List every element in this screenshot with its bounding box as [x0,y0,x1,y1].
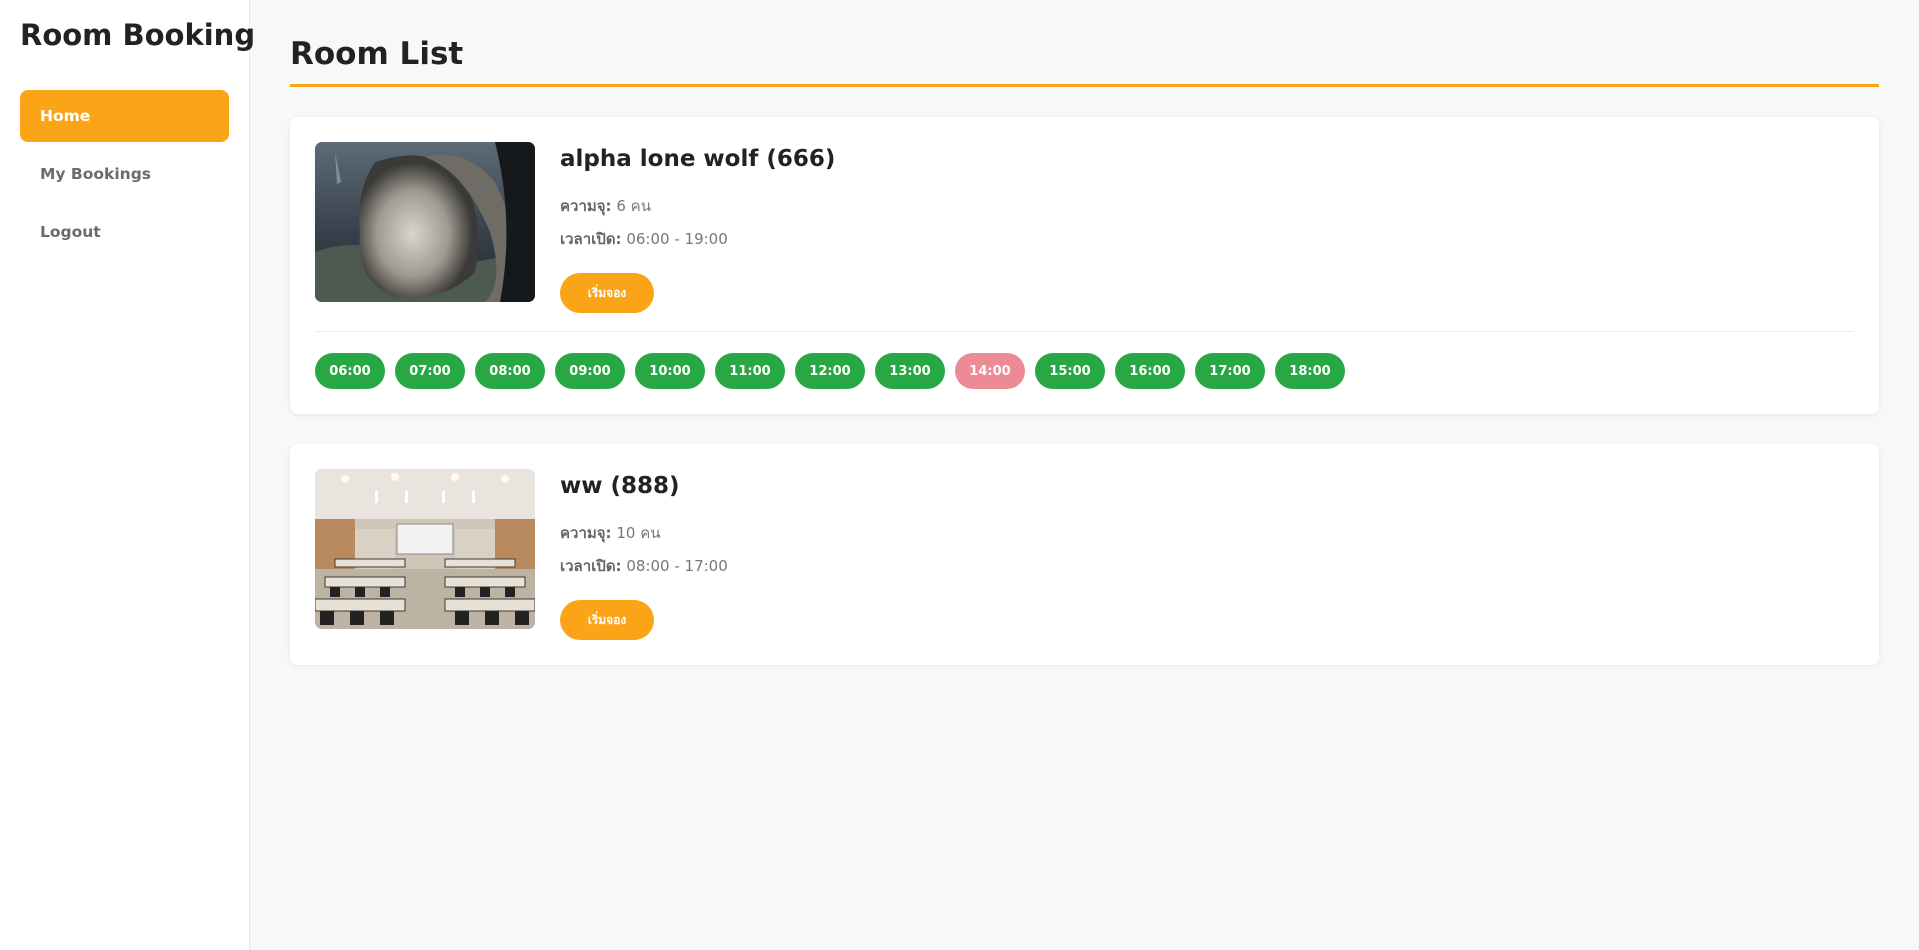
sidebar-nav: Home My Bookings Logout [20,90,229,258]
app: Room Booking Home My Bookings Logout Roo… [0,0,1919,950]
time-slot[interactable]: 08:00 [475,353,545,389]
time-slot[interactable]: 13:00 [875,353,945,389]
time-slot[interactable]: 11:00 [715,353,785,389]
hours-label: เวลาเปิด: [560,557,622,575]
room-name: alpha lone wolf (666) [560,146,836,172]
time-slot[interactable]: 07:00 [395,353,465,389]
time-slot[interactable]: 10:00 [635,353,705,389]
time-slot[interactable]: 15:00 [1035,353,1105,389]
time-slot[interactable]: 09:00 [555,353,625,389]
room-name: ww (888) [560,473,680,499]
time-slot[interactable]: 12:00 [795,353,865,389]
sidebar: Room Booking Home My Bookings Logout [0,0,256,950]
hours-value: 08:00 - 17:00 [626,557,728,575]
hours-value: 06:00 - 19:00 [626,230,728,248]
hours-label: เวลาเปิด: [560,230,622,248]
capacity-label: ความจุ: [560,524,612,542]
time-slots: 06:00 07:00 08:00 09:00 10:00 11:00 12:0… [315,331,1854,389]
room-card: alpha lone wolf (666) ความจุ: 6 คน เวลาเ… [290,117,1879,414]
room-hours: เวลาเปิด: 06:00 - 19:00 [560,227,835,251]
time-slot-booked[interactable]: 14:00 [955,353,1025,389]
room-hours: เวลาเปิด: 08:00 - 17:00 [560,554,728,578]
sidebar-item-home[interactable]: Home [20,90,229,142]
room-card: ww (888) ความจุ: 10 คน เวลาเปิด: 08:00 -… [290,444,1879,665]
time-slot[interactable]: 17:00 [1195,353,1265,389]
main-content: Room List alpha lone wolf (666) ความจุ: … [250,0,1919,950]
room-capacity: ความจุ: 10 คน [560,521,728,545]
page-title: Room List [290,36,1879,87]
time-slot[interactable]: 06:00 [315,353,385,389]
capacity-label: ความจุ: [560,197,612,215]
start-booking-button[interactable]: เริ่มจอง [560,600,654,640]
start-booking-button[interactable]: เริ่มจอง [560,273,654,313]
brand-title: Room Booking [20,18,256,52]
room-image [315,469,535,629]
time-slot[interactable]: 16:00 [1115,353,1185,389]
time-slot[interactable]: 18:00 [1275,353,1345,389]
capacity-value: 6 คน [616,197,651,215]
room-image [315,142,535,302]
sidebar-item-logout[interactable]: Logout [20,206,229,258]
capacity-value: 10 คน [616,524,661,542]
room-capacity: ความจุ: 6 คน [560,194,835,218]
sidebar-item-my-bookings[interactable]: My Bookings [20,148,229,200]
